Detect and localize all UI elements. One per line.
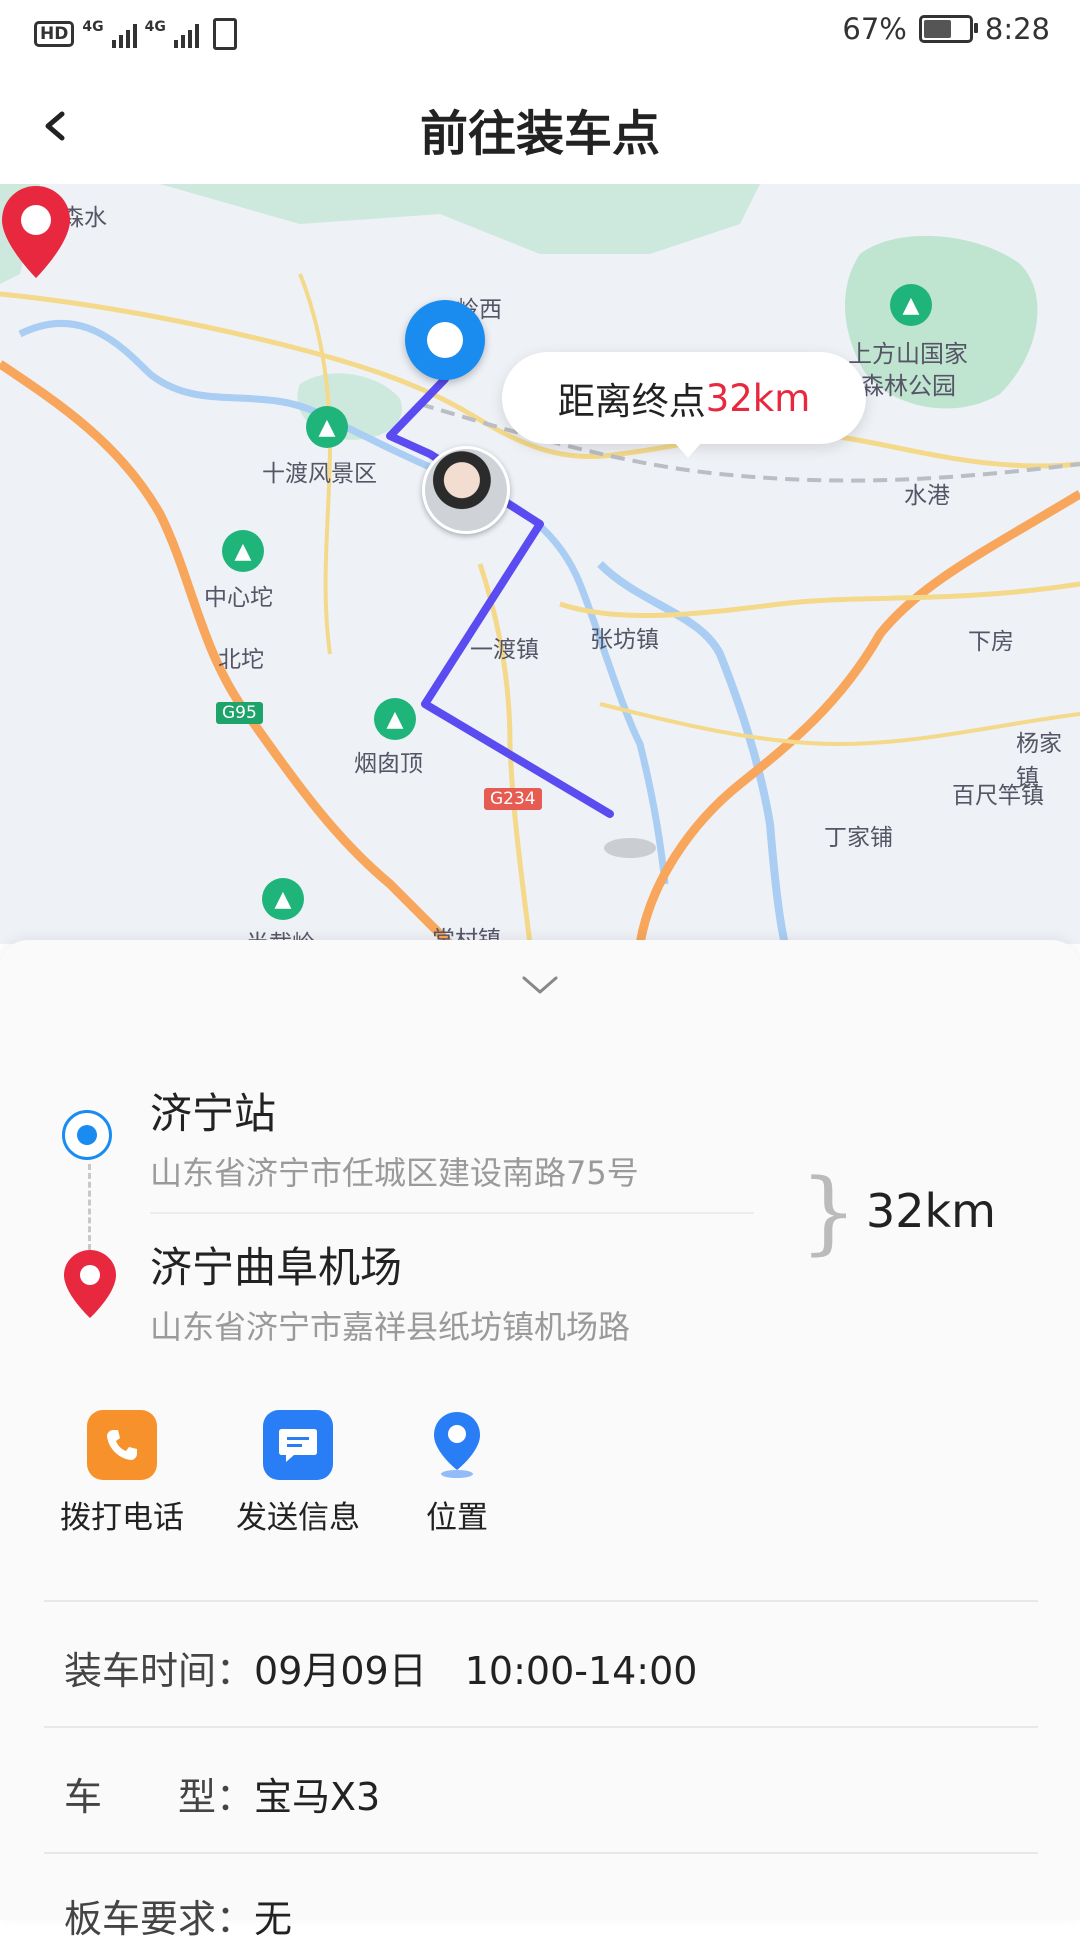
route-distance: 32km bbox=[866, 1184, 996, 1238]
brace-icon: } bbox=[800, 1160, 858, 1265]
map-label: 上方山国家 bbox=[848, 340, 968, 368]
scenic-poi-icon: ▲ bbox=[890, 284, 932, 326]
truck-requirement-label: 板车要求： bbox=[64, 1897, 255, 1941]
load-time-label: 装车时间： bbox=[64, 1649, 255, 1693]
location-pin-icon bbox=[422, 1410, 492, 1480]
truck-requirement-row: 板车要求：无 bbox=[64, 1888, 292, 1943]
end-point-icon bbox=[64, 1250, 116, 1318]
call-button[interactable]: 拨打电话 bbox=[60, 1410, 184, 1537]
car-type-value: 宝马X3 bbox=[254, 1775, 381, 1819]
truck-requirement-value: 无 bbox=[254, 1897, 293, 1941]
map-label: 百尺竿镇 bbox=[952, 783, 1044, 809]
route-map[interactable]: 西森水 岭西 ▲ 上方山国家 森林公园 ▲ 十渡风景区 水港 ▲ 中心坨 北坨 … bbox=[0, 184, 1080, 944]
signal-icon-2 bbox=[173, 20, 199, 48]
map-label: 十渡风景区 bbox=[262, 461, 377, 487]
end-station-address: 山东省济宁市嘉祥县纸坊镇机场路 bbox=[150, 1308, 631, 1346]
driver-avatar[interactable] bbox=[422, 446, 510, 534]
map-label: 张坊镇 bbox=[590, 627, 659, 653]
route-connector bbox=[88, 1164, 91, 1250]
map-label: 水港 bbox=[904, 483, 950, 509]
hd-badge: HD bbox=[34, 21, 75, 47]
section-divider bbox=[44, 1726, 1038, 1728]
start-station-name: 济宁站 bbox=[150, 1089, 277, 1138]
scenic-poi-icon: ▲ bbox=[262, 878, 304, 920]
message-button-label: 发送信息 bbox=[236, 1500, 360, 1536]
battery-percent: 67% bbox=[842, 12, 907, 46]
battery-fill bbox=[923, 20, 951, 38]
start-point-icon bbox=[62, 1110, 112, 1160]
car-type-row: 车 型：宝马X3 bbox=[64, 1766, 380, 1821]
scenic-poi-icon: ▲ bbox=[222, 530, 264, 572]
phone-icon bbox=[87, 1410, 157, 1480]
scenic-poi-icon: ▲ bbox=[306, 406, 348, 448]
nav-header: 前往装车点 bbox=[0, 66, 1080, 184]
location-button[interactable]: 位置 bbox=[422, 1410, 492, 1537]
message-icon bbox=[263, 1410, 333, 1480]
load-time-row: 装车时间：09月09日 10:00-14:00 bbox=[64, 1640, 697, 1695]
end-station-name: 济宁曲阜机场 bbox=[150, 1243, 403, 1292]
map-label: 烟囱顶 bbox=[354, 751, 423, 777]
start-station-address: 山东省济宁市任城区建设南路75号 bbox=[150, 1154, 639, 1192]
status-left: HD 4G 4G bbox=[34, 14, 237, 54]
distance-bubble-prefix: 距离终点 bbox=[557, 380, 706, 423]
network-type-2: 4G bbox=[144, 19, 166, 35]
location-button-label: 位置 bbox=[426, 1500, 488, 1536]
status-bar: HD 4G 4G 67% 8:28 bbox=[0, 0, 1080, 66]
highway-shield: G95 bbox=[216, 702, 263, 724]
status-right: 67% 8:28 bbox=[842, 12, 1050, 46]
vibrate-icon bbox=[212, 18, 237, 50]
chevron-down-icon bbox=[522, 976, 558, 994]
clock: 8:28 bbox=[984, 12, 1050, 46]
destination-pin-icon[interactable] bbox=[0, 184, 72, 280]
map-label: 森林公园 bbox=[860, 372, 956, 400]
battery-icon bbox=[918, 15, 978, 43]
map-label: 一渡镇 bbox=[470, 637, 539, 663]
message-button[interactable]: 发送信息 bbox=[236, 1410, 360, 1537]
map-label: 北坨 bbox=[218, 647, 264, 673]
load-time-range: 10:00-14:00 bbox=[464, 1649, 698, 1693]
page-title: 前往装车点 bbox=[419, 106, 660, 162]
network-type-1: 4G bbox=[82, 19, 104, 35]
map-label: 下房 bbox=[968, 629, 1014, 655]
map-label: 中心坨 bbox=[204, 585, 273, 611]
highway-shield: G234 bbox=[484, 788, 542, 810]
address-divider bbox=[150, 1212, 754, 1214]
distance-bubble-value: 32km bbox=[705, 376, 811, 420]
signal-icon bbox=[111, 20, 137, 48]
trip-detail-sheet: 济宁站 山东省济宁市任城区建设南路75号 济宁曲阜机场 山东省济宁市嘉祥县纸坊镇… bbox=[0, 940, 1080, 1941]
scenic-poi-icon: ▲ bbox=[374, 698, 416, 740]
collapse-button[interactable] bbox=[520, 970, 560, 1000]
map-label: 丁家铺 bbox=[824, 825, 893, 851]
call-button-label: 拨打电话 bbox=[60, 1500, 184, 1536]
load-time-date: 09月09日 bbox=[254, 1649, 427, 1693]
section-divider bbox=[44, 1600, 1038, 1602]
distance-bubble: 距离终点 32km bbox=[502, 352, 866, 458]
car-type-label: 车 型： bbox=[64, 1775, 255, 1819]
start-marker-icon[interactable] bbox=[405, 300, 485, 380]
section-divider bbox=[44, 1852, 1038, 1854]
